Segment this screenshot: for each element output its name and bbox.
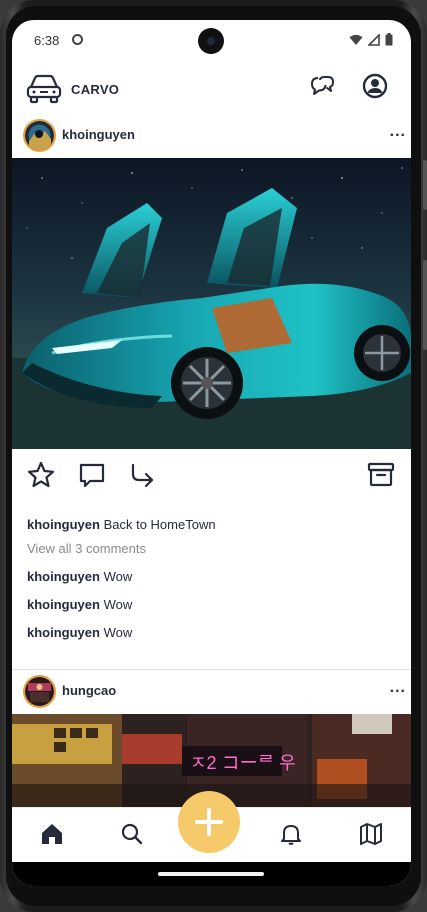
user-circle-icon[interactable] xyxy=(362,73,388,104)
post-username[interactable]: khoinguyen xyxy=(62,127,135,142)
comment-item: khoinguyen Wow xyxy=(27,597,132,612)
comment-item: khoinguyen Wow xyxy=(27,569,132,584)
bell-icon[interactable] xyxy=(279,822,303,851)
archive-icon[interactable] xyxy=(366,460,396,495)
caption-username[interactable]: khoinguyen xyxy=(27,517,100,532)
phone-frame: 6:38 CARVO khoinguyen ... khoinguyen Bac… xyxy=(0,0,427,912)
caption-text: Back to HomeTown xyxy=(103,517,216,532)
share-icon[interactable] xyxy=(127,460,157,495)
comment-username[interactable]: khoinguyen xyxy=(27,625,100,640)
search-icon[interactable] xyxy=(120,822,144,851)
post-header: khoinguyen ... xyxy=(12,117,411,155)
chat-bubbles-icon[interactable] xyxy=(309,74,335,105)
comment-username[interactable]: khoinguyen xyxy=(27,569,100,584)
signal-icon xyxy=(368,33,380,46)
add-icon xyxy=(195,808,223,836)
view-all-comments-link[interactable]: View all 3 comments xyxy=(27,541,146,556)
home-gesture-bar[interactable] xyxy=(158,872,264,876)
home-icon[interactable] xyxy=(40,822,64,851)
avatar[interactable] xyxy=(23,119,56,152)
screen: 6:38 CARVO khoinguyen ... khoinguyen Bac… xyxy=(12,20,411,886)
car-icon[interactable] xyxy=(26,71,62,110)
status-icons xyxy=(349,33,393,46)
comment-username[interactable]: khoinguyen xyxy=(27,597,100,612)
svg-text:ㅈ2 コーᄅ 우: ㅈ2 コーᄅ 우 xyxy=(190,753,296,773)
comment-text: Wow xyxy=(103,625,133,640)
gesture-area xyxy=(12,862,411,886)
post-actions xyxy=(12,460,411,500)
post-header: hungcao ... xyxy=(12,673,411,711)
comment-icon[interactable] xyxy=(77,460,107,495)
comment-text: Wow xyxy=(103,597,133,612)
status-time: 6:38 xyxy=(34,33,60,48)
more-options-icon[interactable]: ... xyxy=(390,123,406,141)
map-icon[interactable] xyxy=(359,822,383,851)
post-image[interactable] xyxy=(12,158,411,449)
sync-status-icon xyxy=(72,34,83,45)
power-button xyxy=(423,160,427,210)
battery-icon xyxy=(385,33,393,46)
avatar[interactable] xyxy=(23,675,56,708)
front-camera xyxy=(198,28,224,54)
app-title: CARVO xyxy=(71,82,120,97)
comment-item: khoinguyen Wow xyxy=(27,625,132,640)
comment-text: Wow xyxy=(103,569,133,584)
wifi-icon xyxy=(349,34,363,45)
add-post-button[interactable] xyxy=(178,791,240,853)
more-options-icon[interactable]: ... xyxy=(390,679,406,697)
post-caption: khoinguyen Back to HomeTown xyxy=(27,517,216,532)
post-username[interactable]: hungcao xyxy=(62,683,116,698)
app-header: CARVO xyxy=(12,65,411,115)
status-bar: 6:38 xyxy=(12,20,411,60)
volume-button xyxy=(423,260,427,350)
star-icon[interactable] xyxy=(26,460,56,495)
post-divider xyxy=(12,669,411,670)
